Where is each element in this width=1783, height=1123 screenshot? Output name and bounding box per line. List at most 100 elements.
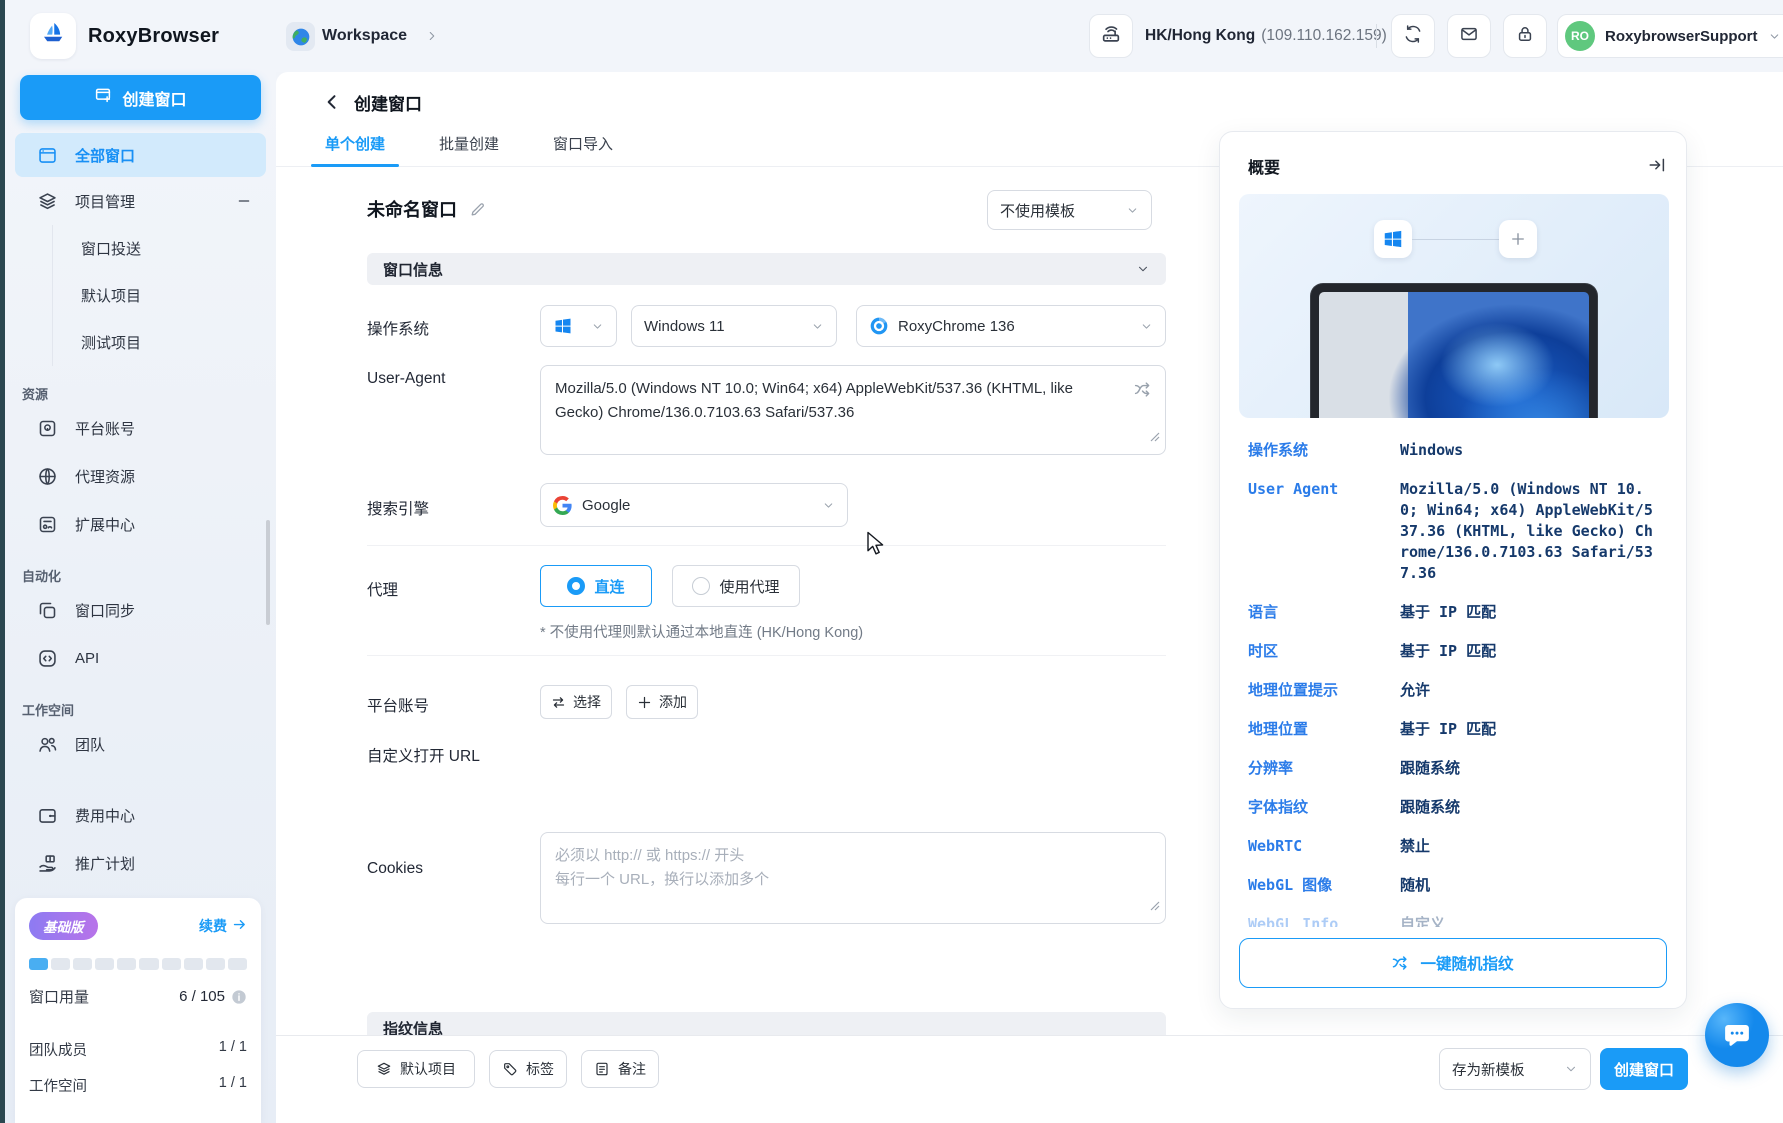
team-icon [37, 734, 58, 755]
search-engine-value: Google [582, 496, 631, 514]
ua-value: Mozilla/5.0 (Windows NT 10.0; Win64; x64… [555, 380, 1073, 421]
wallet-icon [37, 805, 58, 826]
summary-row-font-fingerprint: 字体指纹 跟随系统 [1248, 798, 1461, 816]
collapse-minus-icon[interactable] [236, 193, 252, 209]
sidebar-item-platform-accounts[interactable]: 平台账号 [15, 404, 266, 452]
proxy-use-label: 使用代理 [719, 578, 780, 596]
divider [367, 545, 1166, 546]
workspace-breadcrumb[interactable]: Workspace [322, 0, 407, 72]
divider [367, 655, 1166, 656]
note-label: 备注 [618, 1061, 646, 1077]
messages-button[interactable] [1447, 14, 1491, 58]
refresh-button[interactable] [1391, 14, 1435, 58]
sidebar-item-project-mgmt[interactable]: 项目管理 [15, 177, 266, 225]
sidebar-subitem-test-project[interactable]: 测试项目 [53, 319, 276, 366]
sidebar-item-window-sync[interactable]: 窗口同步 [15, 586, 266, 634]
section-workspace: 工作空间 [22, 702, 75, 718]
browser-kernel-select[interactable]: RoxyChrome 136 [856, 305, 1166, 347]
account-name: RoxybrowserSupport [1605, 27, 1758, 45]
sidebar-item-proxy-resources[interactable]: 代理资源 [15, 452, 266, 500]
refresh-icon [1403, 24, 1423, 49]
radio-selected-icon [567, 577, 586, 595]
usage-progress-bar [29, 958, 247, 970]
arrow-right-icon [232, 917, 247, 935]
ua-textarea[interactable]: Mozilla/5.0 (Windows NT 10.0; Win64; x64… [540, 365, 1166, 455]
chevron-down-icon [822, 499, 835, 512]
sidebar-item-billing[interactable]: 费用中心 [15, 791, 266, 839]
section-automation: 自动化 [22, 568, 62, 584]
sidebar-subitem-window-dispatch[interactable]: 窗口投送 [53, 225, 276, 272]
custom-url-textarea[interactable]: 必须以 http:// 或 https:// 开头 每行一个 URL，换行以添加… [540, 832, 1166, 924]
sidebar-item-label: 全部窗口 [75, 147, 136, 165]
workspace-globe-icon [286, 22, 315, 51]
info-icon[interactable] [231, 989, 247, 1005]
summary-hero [1239, 194, 1669, 418]
sidebar-subitem-default-project[interactable]: 默认项目 [53, 272, 276, 319]
windows-logo-icon [553, 316, 573, 336]
collapse-panel-icon[interactable] [1648, 156, 1666, 179]
workspace-count-value: 1 / 1 [218, 1075, 247, 1091]
os-version-select[interactable]: Windows 11 [631, 305, 837, 347]
create-window-submit-button[interactable]: 创建窗口 [1600, 1048, 1688, 1090]
choose-account-button[interactable]: 选择 [540, 685, 612, 719]
renew-label: 续费 [199, 918, 227, 934]
sidebar-item-referral[interactable]: 推广计划 [15, 839, 266, 887]
tab-batch-create[interactable]: 批量创建 [433, 120, 505, 167]
tab-window-import[interactable]: 窗口导入 [547, 120, 619, 167]
sidebar-item-label: 代理资源 [75, 468, 136, 486]
back-button[interactable] [319, 89, 345, 115]
sidebar-item-api[interactable]: API [15, 634, 266, 682]
page-title: 创建窗口 [354, 95, 422, 114]
topbar-divider [1376, 24, 1377, 48]
summary-row-timezone: 时区 基于 IP 匹配 [1248, 642, 1497, 660]
resize-handle-icon[interactable] [1150, 895, 1160, 919]
sidebar-item-all-windows[interactable]: 全部窗口 [15, 133, 266, 177]
shuffle-icon[interactable] [1134, 380, 1153, 407]
random-fingerprint-button[interactable]: 一键随机指纹 [1239, 938, 1667, 988]
tag-button[interactable]: 标签 [489, 1050, 567, 1088]
sidebar-item-label: 费用中心 [75, 807, 136, 825]
mail-icon [1459, 24, 1479, 49]
connector-line [1412, 239, 1499, 240]
laptop-preview [1311, 284, 1597, 418]
summary-row-geolocation: 地理位置 基于 IP 匹配 [1248, 720, 1497, 738]
os-label: 操作系统 [367, 321, 430, 338]
template-select[interactable]: 不使用模板 [987, 190, 1152, 230]
section-window-info-label: 窗口信息 [383, 261, 444, 279]
save-as-template-select[interactable]: 存为新模板 [1439, 1048, 1591, 1090]
renew-link[interactable]: 续费 [199, 916, 247, 936]
section-fingerprint-clipped[interactable]: 指纹信息 [367, 1012, 1166, 1035]
proxy-use-option[interactable]: 使用代理 [672, 565, 800, 607]
summary-row-geo-prompt: 地理位置提示 允许 [1248, 681, 1431, 699]
sidebar-item-extension-center[interactable]: 扩展中心 [15, 500, 266, 548]
chevron-down-icon [811, 320, 824, 333]
search-engine-select[interactable]: Google [540, 483, 848, 527]
chat-widget-button[interactable] [1705, 1003, 1769, 1067]
section-window-info[interactable]: 窗口信息 [367, 253, 1166, 285]
sidebar-item-label: API [75, 649, 100, 667]
resize-handle-icon[interactable] [1150, 426, 1160, 450]
add-account-button[interactable]: 添加 [626, 685, 698, 719]
router-icon [1100, 23, 1122, 50]
proxy-direct-option[interactable]: 直连 [540, 565, 652, 607]
os-platform-select[interactable] [540, 305, 617, 347]
lock-icon [1515, 24, 1535, 49]
default-project-label: 默认项目 [400, 1061, 456, 1077]
random-fingerprint-label: 一键随机指纹 [1420, 956, 1514, 973]
roxychrome-icon [869, 316, 889, 336]
sidebar-item-team[interactable]: 团队 [15, 720, 266, 768]
sidebar-scrollbar[interactable] [266, 520, 270, 625]
plus-icon [637, 695, 652, 710]
tab-single-create[interactable]: 单个创建 [310, 120, 400, 167]
window-icon [37, 145, 58, 166]
proxy-device-button[interactable] [1089, 14, 1133, 58]
lock-button[interactable] [1503, 14, 1547, 58]
note-button[interactable]: 备注 [581, 1050, 659, 1088]
default-project-button[interactable]: 默认项目 [357, 1050, 475, 1088]
usage-value: 6 / 105 [179, 988, 225, 1005]
account-menu[interactable]: RO RoxybrowserSupport [1557, 14, 1783, 58]
create-window-sidebar-button[interactable]: 创建窗口 [20, 75, 261, 120]
edit-pencil-icon[interactable] [469, 201, 486, 218]
members-label: 团队成员 [29, 1043, 87, 1059]
sidebar-item-label: 窗口同步 [75, 602, 136, 620]
